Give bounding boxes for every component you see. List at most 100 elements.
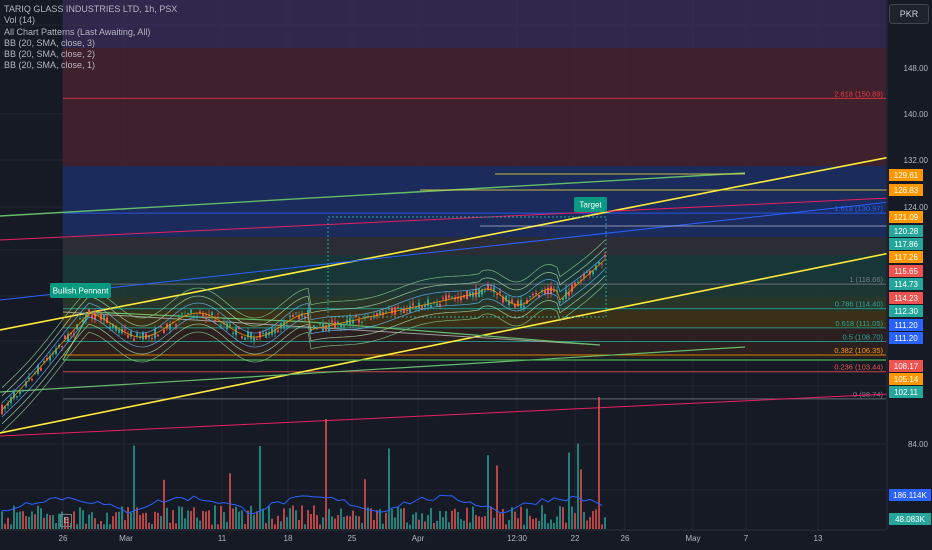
volume-bar (352, 510, 354, 529)
volume-bar (142, 513, 144, 529)
volume-bar (214, 505, 216, 529)
volume-bar (217, 524, 219, 529)
candle-body (31, 378, 33, 381)
price-tick-label: 148.00 (904, 64, 929, 73)
candle-body (163, 329, 165, 334)
legend-chart-patterns[interactable]: All Chart Patterns (Last Awaiting, All) (4, 27, 177, 38)
volume-bar (511, 507, 513, 529)
candle-body (484, 291, 486, 293)
symbol-title[interactable]: TARIQ GLASS INDUSTRIES LTD, 1h, PSX (4, 4, 177, 15)
volume-bar (484, 516, 486, 529)
volume-bar (235, 506, 237, 529)
earnings-marker[interactable]: E (60, 514, 72, 527)
time-tick-label: Apr (412, 534, 425, 543)
volume-bar (160, 515, 162, 529)
fib-zone-blue (63, 166, 886, 237)
volume-bar (598, 397, 600, 529)
candle-body (436, 303, 438, 306)
price-chart[interactable]: 2.618 (150.89)1.618 (130.97)1 (118.66)0.… (0, 0, 932, 550)
currency-button[interactable]: PKR (889, 4, 929, 24)
candle-body (535, 292, 537, 294)
volume-bar (145, 512, 147, 529)
volume-bar (184, 518, 186, 529)
volume-bar (220, 505, 222, 529)
price-tag-label: 120.28 (894, 227, 919, 236)
time-tick-label: 22 (571, 534, 580, 543)
candle-body (181, 313, 183, 315)
volume-bar (421, 513, 423, 529)
volume-bar (487, 455, 489, 529)
fib-zone-grey (63, 237, 886, 255)
volume-bar (496, 465, 498, 529)
candle-body (337, 321, 339, 324)
legend-bb-2[interactable]: BB (20, SMA, close, 2) (4, 49, 177, 60)
candle-body (355, 315, 357, 318)
volume-bar (517, 518, 519, 529)
candle-body (598, 261, 600, 264)
time-tick-label: May (685, 534, 700, 543)
price-tag-label: 126.83 (894, 186, 919, 195)
chart-legend: TARIQ GLASS INDUSTRIES LTD, 1h, PSX Vol … (4, 4, 177, 72)
volume-bar (382, 523, 384, 529)
volume-bar (430, 508, 432, 529)
volume-bar (166, 507, 168, 529)
volume-bar (109, 524, 111, 529)
candle-body (415, 307, 417, 309)
volume-bar (451, 510, 453, 529)
candle-body (529, 296, 531, 298)
candle-body (574, 282, 576, 286)
candle-body (19, 391, 21, 395)
candle-body (160, 326, 162, 328)
volume-bar (559, 506, 561, 529)
candle-body (550, 286, 552, 294)
fib-zones (63, 0, 886, 358)
fib-level-label: 0.5 (108.70) (843, 332, 884, 341)
volume-bar (88, 514, 90, 529)
fib-zone-lowred (63, 328, 886, 358)
volume-bar (538, 521, 540, 529)
volume-bar (118, 511, 120, 529)
volume-bar (577, 443, 579, 529)
candle-body (244, 337, 246, 340)
candle-body (292, 314, 294, 317)
fib-level-label: 2.618 (150.89) (834, 89, 883, 98)
volume-bar (307, 510, 309, 529)
volume-bar (355, 515, 357, 529)
volume-bar (520, 506, 522, 529)
volume-bar (553, 522, 555, 529)
candle-body (229, 324, 231, 327)
candle-body (490, 287, 492, 289)
candle-body (136, 333, 138, 337)
bullish-pennant-label: Bullish Pennant (53, 287, 109, 296)
volume-bar (439, 510, 441, 529)
volume-bar (532, 519, 534, 529)
price-tag-label: 105.14 (894, 375, 919, 384)
volume-bar (148, 522, 150, 529)
volume-bar (169, 522, 171, 529)
candle-body (517, 300, 519, 307)
volume-bar (448, 522, 450, 529)
price-tick-label: 140.00 (904, 110, 929, 119)
legend-bb-3[interactable]: BB (20, SMA, close, 3) (4, 38, 177, 49)
candle-body (157, 334, 159, 337)
volume-bar (388, 448, 390, 529)
fib-level-label: 1 (118.66) (849, 275, 883, 284)
candle-body (439, 303, 441, 306)
volume-bar (250, 505, 252, 529)
candle-body (601, 263, 603, 265)
volume-bar (343, 516, 345, 529)
volume-bar (568, 452, 570, 529)
volume-bar (376, 510, 378, 529)
volume-bar (73, 511, 75, 529)
volume-bar (226, 521, 228, 529)
volume-bar (97, 524, 99, 529)
legend-bb-1[interactable]: BB (20, SMA, close, 1) (4, 60, 177, 71)
volume-bar (349, 516, 351, 529)
candle-body (97, 313, 99, 315)
volume-bar (124, 520, 126, 529)
volume-bar (427, 515, 429, 529)
volume-bar (229, 473, 231, 529)
legend-volume[interactable]: Vol (14) (4, 15, 177, 26)
volume-bar (526, 508, 528, 529)
volume-bar (499, 513, 501, 529)
